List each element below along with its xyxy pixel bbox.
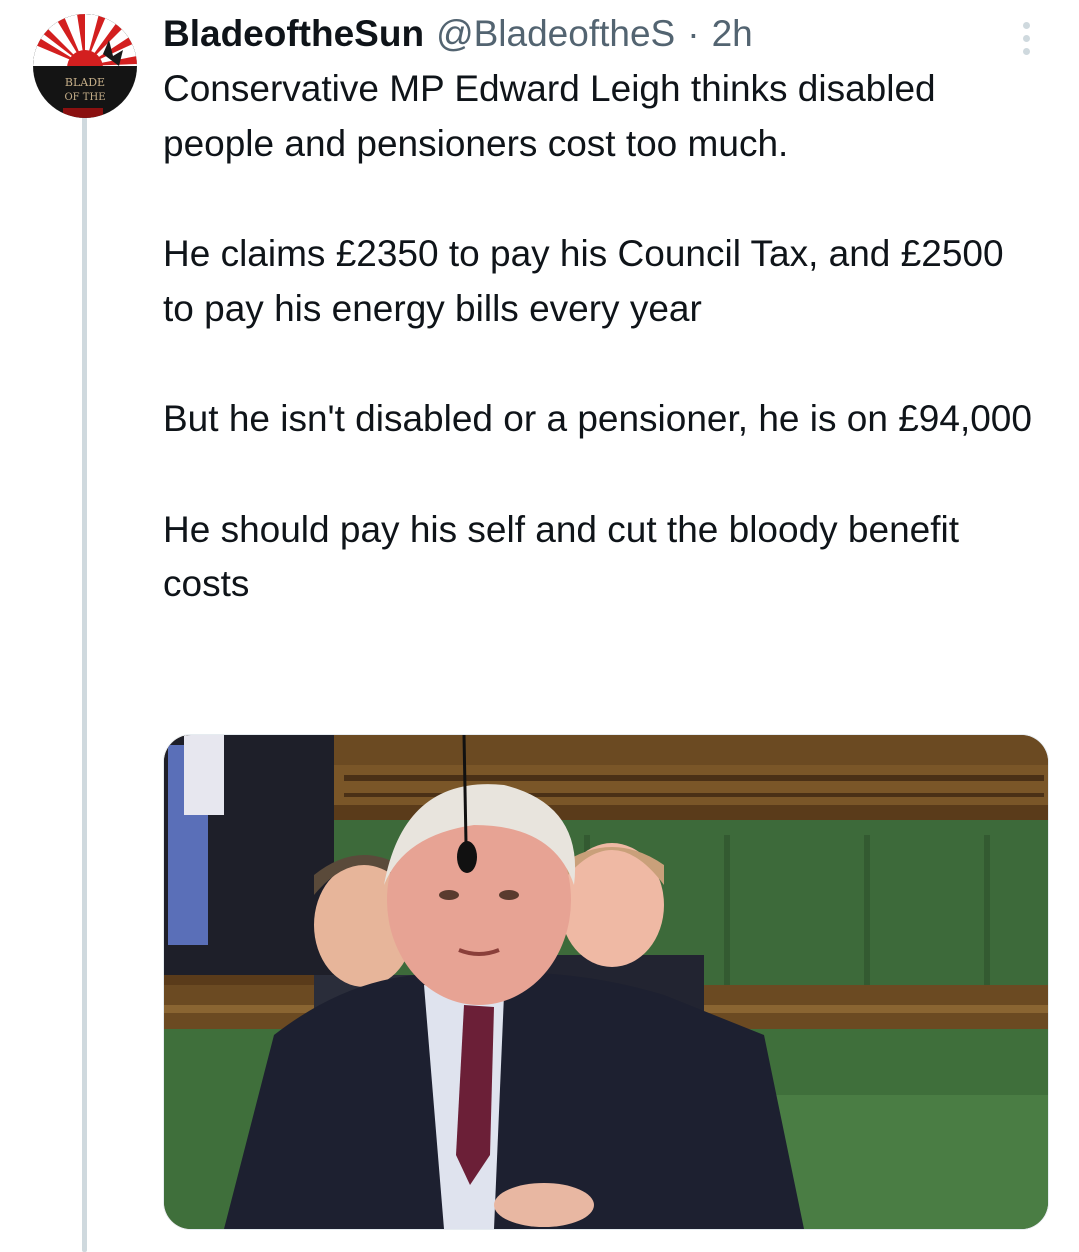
tweet-header: BladeoftheSun @BladeoftheS · 2h bbox=[163, 10, 1009, 58]
user-handle[interactable]: @BladeoftheS bbox=[436, 10, 675, 58]
tweet-paragraph: He claims £2350 to pay his Council Tax, … bbox=[163, 233, 1004, 329]
more-dot bbox=[1022, 47, 1030, 55]
more-dot bbox=[1022, 21, 1030, 29]
tweet-paragraph: Conservative MP Edward Leigh thinks disa… bbox=[163, 68, 936, 164]
tweet-paragraph: He should pay his self and cut the blood… bbox=[163, 508, 960, 605]
display-name[interactable]: BladeoftheSun bbox=[163, 10, 424, 58]
photo-house-of-commons bbox=[164, 735, 1048, 1229]
thread-line bbox=[82, 112, 87, 1252]
timestamp[interactable]: 2h bbox=[712, 10, 753, 58]
tweet-paragraph: But he isn't disabled or a pensioner, he… bbox=[163, 398, 1032, 439]
separator-dot: · bbox=[687, 13, 700, 54]
avatar-image: BLADE OF THE bbox=[33, 14, 137, 118]
more-dot bbox=[1022, 34, 1030, 42]
avatar-text-line1: BLADE bbox=[65, 76, 105, 89]
avatar-text-line2: OF THE bbox=[64, 92, 105, 103]
tweet-text: Conservative MP Edward Leigh thinks disa… bbox=[163, 62, 1043, 612]
tweet-photo[interactable] bbox=[163, 734, 1049, 1230]
more-vertical-icon[interactable] bbox=[1004, 18, 1048, 58]
avatar[interactable]: BLADE OF THE bbox=[33, 14, 137, 118]
